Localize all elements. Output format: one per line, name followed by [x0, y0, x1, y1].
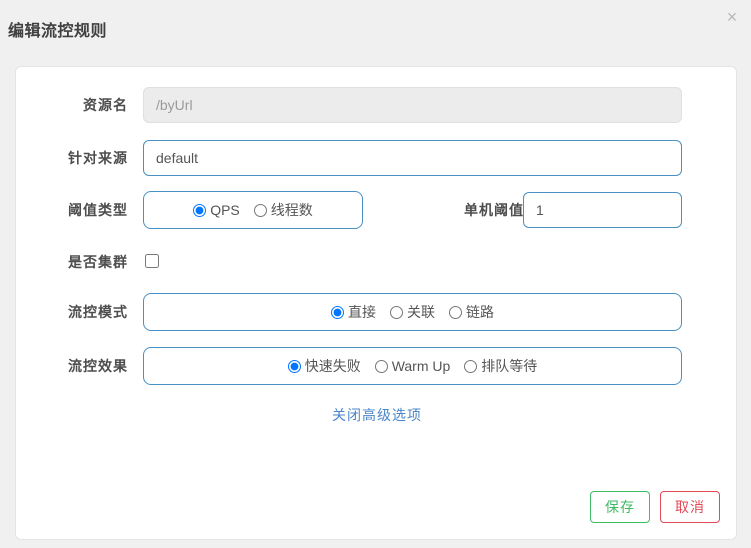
form-row-flow-mode: 流控模式 直接 关联 链路	[16, 292, 736, 332]
form-row-resource: 资源名	[16, 85, 736, 125]
save-button[interactable]: 保存	[590, 491, 650, 523]
radio-flow-mode-chain-input[interactable]	[449, 305, 462, 319]
flow-mode-label: 流控模式	[68, 304, 128, 320]
radio-flow-mode-relate-label: 关联	[407, 304, 435, 320]
radio-threshold-qps-input[interactable]	[193, 203, 207, 217]
cancel-button[interactable]: 取消	[660, 491, 720, 523]
form-row-cluster: 是否集群	[16, 242, 736, 282]
cluster-checkbox[interactable]	[145, 254, 159, 268]
origin-label: 针对来源	[68, 150, 128, 166]
radio-threshold-thread-label: 线程数	[270, 202, 313, 218]
radio-threshold-qps[interactable]: QPS	[193, 202, 240, 218]
radio-flow-effect-warm-up-label: Warm Up	[391, 358, 451, 374]
radio-threshold-thread-input[interactable]	[253, 203, 267, 217]
origin-input[interactable]	[143, 140, 682, 176]
close-icon[interactable]: ×	[721, 6, 743, 28]
radio-flow-effect-warm-up-input[interactable]	[374, 359, 388, 373]
flow-mode-radio-group[interactable]: 直接 关联 链路	[143, 293, 682, 331]
radio-flow-effect-fast-fail[interactable]: 快速失败	[287, 356, 361, 376]
edit-rule-panel: 资源名 针对来源 阈值类型 QPS 线程数 单机阈值 是否集群 流控	[15, 66, 737, 540]
threshold-type-label: 阈值类型	[68, 202, 128, 218]
page-title: 编辑流控规则	[8, 23, 108, 40]
flow-effect-radio-group[interactable]: 快速失败 Warm Up 排队等待	[143, 347, 682, 385]
radio-flow-effect-warm-up[interactable]: Warm Up	[374, 358, 451, 374]
radio-flow-effect-fast-fail-label: 快速失败	[304, 358, 361, 374]
radio-flow-mode-chain[interactable]: 链路	[449, 302, 494, 322]
radio-flow-mode-direct-label: 直接	[348, 304, 376, 320]
form-row-threshold: 阈值类型 QPS 线程数 单机阈值	[16, 190, 736, 230]
single-threshold-input[interactable]	[523, 192, 682, 228]
toggle-advanced-options-link[interactable]: 关闭高级选项	[16, 405, 738, 425]
radio-flow-effect-queue-input[interactable]	[464, 359, 478, 373]
radio-flow-mode-relate-input[interactable]	[390, 305, 403, 319]
form-row-flow-effect: 流控效果 快速失败 Warm Up 排队等待	[16, 346, 736, 386]
threshold-type-radio-group[interactable]: QPS 线程数	[143, 191, 363, 229]
radio-flow-mode-direct-input[interactable]	[331, 305, 344, 319]
form-row-origin: 针对来源	[16, 138, 736, 178]
radio-flow-mode-relate[interactable]: 关联	[390, 302, 435, 322]
radio-flow-mode-chain-label: 链路	[466, 304, 494, 320]
radio-flow-effect-queue-label: 排队等待	[481, 358, 538, 374]
radio-flow-effect-fast-fail-input[interactable]	[287, 359, 301, 373]
radio-flow-effect-queue[interactable]: 排队等待	[464, 356, 537, 376]
dialog-footer: 保存 取消	[16, 491, 738, 525]
radio-flow-mode-direct[interactable]: 直接	[331, 302, 376, 322]
radio-threshold-thread[interactable]: 线程数	[253, 200, 313, 220]
cluster-checkbox-wrap[interactable]	[145, 254, 159, 271]
cluster-label: 是否集群	[68, 254, 128, 270]
single-threshold-label: 单机阈值	[464, 202, 524, 218]
resource-input	[143, 87, 682, 123]
resource-label: 资源名	[83, 97, 128, 113]
flow-effect-label: 流控效果	[68, 358, 128, 374]
radio-threshold-qps-label: QPS	[210, 202, 240, 218]
